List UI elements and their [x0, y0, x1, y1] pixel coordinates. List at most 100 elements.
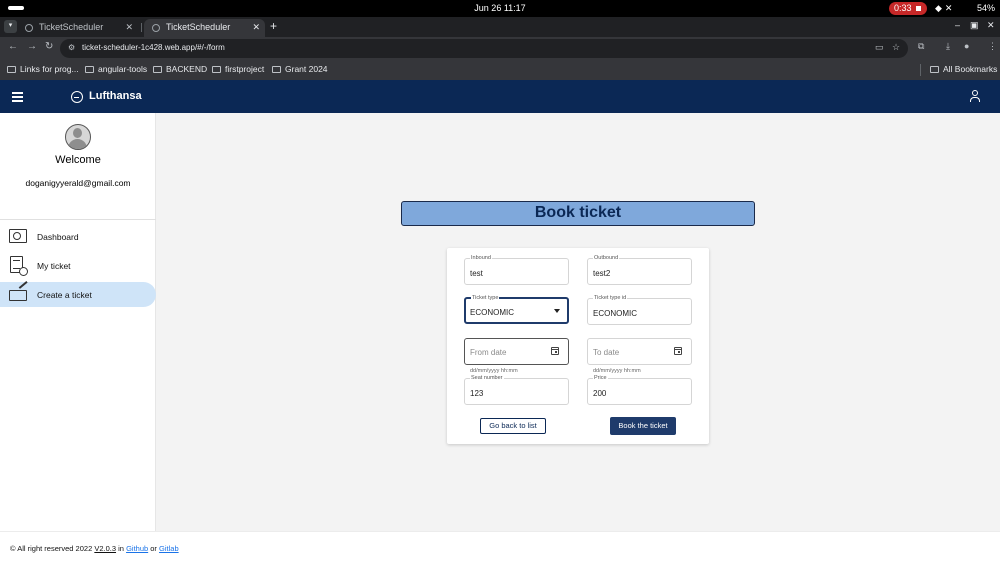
screen-record-indicator[interactable]: 0:33 — [889, 2, 927, 15]
minimize-icon[interactable]: – — [955, 20, 960, 30]
bookmark-label: BACKEND — [166, 64, 208, 74]
field-label: Outbound — [593, 255, 620, 261]
ticket-list-icon — [10, 256, 28, 276]
forward-icon[interactable]: → — [27, 41, 37, 52]
stop-record-icon — [916, 6, 921, 11]
os-clock: Jun 26 11:17 — [474, 3, 526, 13]
reload-icon[interactable]: ↻ — [45, 41, 53, 52]
bookmarks-bar: Links for prog... angular-tools BACKEND … — [0, 60, 1000, 80]
restore-icon[interactable]: ▣ — [970, 20, 979, 31]
bookmark-label: firstproject — [225, 64, 265, 74]
sidebar-item-label: My ticket — [37, 261, 71, 271]
folder-icon — [7, 66, 16, 73]
calendar-icon[interactable] — [674, 347, 682, 355]
downloads-icon[interactable]: ⤓ — [946, 41, 950, 52]
cast-icon[interactable]: ▭ — [875, 42, 884, 53]
field-value: ECONOMIC — [470, 308, 514, 317]
outbound-field[interactable]: Outbound test2 — [587, 255, 692, 285]
tab-close-icon[interactable]: ✕ — [252, 19, 260, 36]
browser-tab[interactable]: TicketScheduler ✕ — [17, 19, 138, 37]
url-text: ticket-scheduler-1c428.web.app/#/-/form — [82, 43, 225, 52]
to-date-hint: dd/mm/yyyy hh:mm — [593, 368, 641, 374]
field-label: Inbound — [470, 255, 492, 261]
profile-icon[interactable]: ● — [964, 41, 969, 51]
field-label: Seat number — [470, 375, 504, 381]
bookmark-label: Grant 2024 — [285, 64, 328, 74]
gitlab-link[interactable]: Gitlab — [159, 544, 179, 553]
page-title: Book ticket — [401, 201, 755, 226]
sidebar-item-dashboard[interactable]: Dashboard — [0, 224, 156, 249]
tab-favicon-icon — [25, 24, 33, 32]
wifi-icon: ◆✕ — [935, 3, 956, 13]
browser-toolbar: ← → ↻ ⚙ ticket-scheduler-1c428.web.app/#… — [0, 37, 1000, 60]
from-date-hint: dd/mm/yyyy hh:mm — [470, 368, 518, 374]
copyright-text: © All right reserved 2022 — [10, 544, 93, 553]
bookmark-label: angular-tools — [98, 64, 148, 74]
field-value: 123 — [470, 389, 484, 398]
price-field[interactable]: Price 200 — [587, 375, 692, 405]
sidebar-item-label: Create a ticket — [37, 290, 92, 300]
ticket-type-select[interactable]: Ticket type ECONOMIC — [464, 295, 569, 324]
lufthansa-logo-icon — [71, 91, 83, 103]
account-icon[interactable] — [970, 90, 980, 102]
back-icon[interactable]: ← — [8, 41, 18, 52]
welcome-text: Welcome — [55, 154, 101, 166]
bookmark-firstproject[interactable]: firstproject — [212, 64, 264, 74]
tab-search-icon[interactable]: ▾ — [4, 20, 17, 33]
new-tab-icon[interactable]: + — [270, 19, 277, 33]
folder-icon — [212, 66, 221, 73]
bookmark-backend[interactable]: BACKEND — [153, 64, 207, 74]
sidebar-item-my-ticket[interactable]: My ticket — [0, 253, 156, 278]
dashboard-icon — [9, 229, 27, 243]
bookmark-label: All Bookmarks — [943, 64, 998, 74]
field-placeholder: From date — [470, 348, 507, 357]
browser-tab-active[interactable]: TicketScheduler ✕ — [144, 19, 265, 37]
field-value: 200 — [593, 389, 607, 398]
site-info-icon[interactable]: ⚙ — [68, 43, 75, 52]
create-ticket-icon — [9, 290, 27, 301]
tab-close-icon[interactable]: ✕ — [125, 19, 133, 36]
bookmark-angular-tools[interactable]: angular-tools — [85, 64, 147, 74]
battery-level: 54% — [977, 3, 996, 13]
all-bookmarks[interactable]: All Bookmarks — [930, 64, 997, 74]
field-value: ECONOMIC — [593, 309, 637, 318]
field-label: Ticket type id — [593, 295, 628, 301]
seat-number-field[interactable]: Seat number 123 — [464, 375, 569, 405]
book-ticket-button[interactable]: Book the ticket — [610, 417, 676, 435]
sidebar: Welcome doganigyyerald@gmail.com Dashboa… — [0, 113, 156, 531]
window-close-icon[interactable]: ✕ — [987, 20, 995, 31]
footer-text: © All right reserved 2022 V2.0.3 in Gith… — [10, 544, 179, 553]
menu-icon[interactable] — [12, 92, 23, 104]
sidebar-item-label: Dashboard — [37, 232, 79, 242]
bookmark-label: Links for prog... — [20, 64, 79, 74]
brand-name: Lufthansa — [89, 90, 142, 102]
to-date-input[interactable]: To date — [587, 338, 692, 365]
user-email: doganigyyerald@gmail.com — [25, 178, 131, 188]
bookmark-grant-2024[interactable]: Grant 2024 — [272, 64, 328, 74]
app-header: Lufthansa — [0, 80, 1000, 113]
tab-title: TicketScheduler — [166, 22, 231, 32]
calendar-icon[interactable] — [551, 347, 559, 355]
avatar — [65, 124, 91, 150]
inbound-field[interactable]: Inbound test — [464, 255, 569, 285]
folder-icon — [930, 66, 939, 73]
chrome-menu-icon[interactable]: ⋮ — [988, 41, 997, 52]
bookmark-links[interactable]: Links for prog... — [7, 64, 79, 74]
folder-icon — [153, 66, 162, 73]
extensions-icon[interactable]: ⧉ — [918, 41, 924, 52]
version-label: V2.0.3 — [94, 544, 117, 553]
bookmark-star-icon[interactable]: ☆ — [892, 42, 900, 53]
address-bar[interactable]: ⚙ ticket-scheduler-1c428.web.app/#/-/for… — [60, 39, 908, 58]
field-value: test — [470, 269, 483, 278]
tab-separator — [141, 23, 142, 32]
go-back-button[interactable]: Go back to list — [480, 418, 546, 434]
from-date-input[interactable]: From date — [464, 338, 569, 365]
browser-tab-strip: ▾ TicketScheduler ✕ TicketScheduler ✕ + … — [0, 17, 1000, 37]
ticket-type-id-field[interactable]: Ticket type id ECONOMIC — [587, 295, 692, 325]
tab-favicon-icon — [152, 24, 160, 32]
sidebar-item-create-ticket[interactable]: Create a ticket — [0, 282, 156, 307]
folder-icon — [85, 66, 94, 73]
dropdown-arrow-icon — [554, 309, 560, 313]
or-text: or — [150, 544, 157, 553]
github-link[interactable]: Github — [126, 544, 148, 553]
